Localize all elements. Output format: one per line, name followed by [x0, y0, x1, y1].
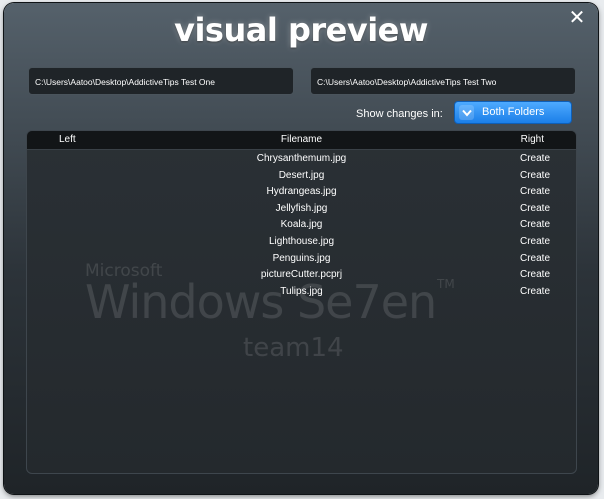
row-right-action: Create — [519, 252, 550, 264]
table-row[interactable]: Penguins.jpg Create — [27, 251, 576, 268]
table-row[interactable]: Lighthouse.jpg Create — [27, 234, 576, 251]
table-row[interactable]: Jellyfish.jpg Create — [27, 201, 576, 218]
right-folder-path-field[interactable]: C:\Users\Aatoo\Desktop\AddictiveTips Tes… — [310, 67, 576, 95]
show-changes-selected: Both Folders — [482, 106, 545, 118]
row-filename: Koala.jpg — [280, 219, 323, 231]
row-right-action: Create — [519, 285, 550, 297]
window-title: visual preview — [174, 11, 428, 49]
visual-preview-window: visual preview ✕ C:\Users\Aatoo\Desktop\… — [4, 3, 598, 494]
changes-table: Microsoft Windows Se7en TM team14 Left F… — [26, 130, 577, 474]
chevron-down-icon — [459, 105, 474, 120]
table-row[interactable]: Hydrangeas.jpg Create — [27, 184, 576, 201]
row-filename: Lighthouse.jpg — [268, 235, 335, 247]
row-filename: Desert.jpg — [278, 169, 325, 181]
show-changes-dropdown[interactable]: Both Folders — [454, 101, 572, 124]
table-row[interactable]: pictureCutter.pcprj Create — [27, 267, 576, 284]
left-folder-path-field[interactable]: C:\Users\Aatoo\Desktop\AddictiveTips Tes… — [28, 67, 294, 95]
column-header-right[interactable]: Right — [521, 131, 544, 149]
close-icon: ✕ — [568, 7, 586, 29]
row-filename: pictureCutter.pcprj — [260, 269, 343, 281]
table-row[interactable]: Koala.jpg Create — [27, 217, 576, 234]
row-right-action: Create — [519, 202, 550, 214]
row-filename: Hydrangeas.jpg — [266, 186, 337, 198]
row-right-action: Create — [519, 219, 550, 231]
row-right-action: Create — [519, 269, 550, 281]
table-header: Left Filename Right — [27, 131, 576, 150]
watermark-line3: team14 — [243, 333, 344, 363]
row-filename: Tulips.jpg — [280, 285, 323, 297]
row-right-action: Create — [519, 186, 550, 198]
row-filename: Jellyfish.jpg — [275, 202, 328, 214]
table-row[interactable]: Tulips.jpg Create — [27, 284, 576, 301]
row-right-action: Create — [519, 153, 550, 164]
table-row[interactable]: Chrysanthemum.jpg Create — [27, 151, 576, 168]
row-filename: Penguins.jpg — [272, 252, 331, 264]
row-filename: Chrysanthemum.jpg — [256, 153, 347, 164]
show-changes-label: Show changes in: — [356, 108, 443, 120]
column-header-filename[interactable]: Filename — [27, 131, 576, 149]
close-button[interactable]: ✕ — [566, 7, 588, 29]
table-body: Chrysanthemum.jpg Create Desert.jpg Create… — [27, 151, 576, 300]
table-row[interactable]: Desert.jpg Create — [27, 168, 576, 185]
row-right-action: Create — [519, 169, 550, 181]
row-right-action: Create — [519, 235, 550, 247]
